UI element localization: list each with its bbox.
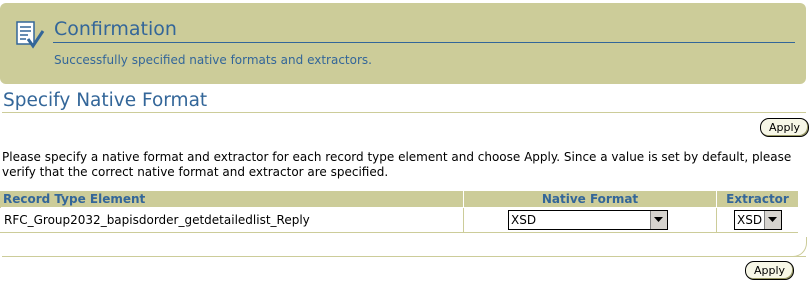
- extractor-select[interactable]: XSD: [734, 210, 782, 230]
- apply-button-top[interactable]: Apply: [760, 118, 810, 137]
- confirmation-message: Successfully specified native formats an…: [54, 53, 372, 67]
- header-record-type: Record Type Element: [3, 192, 146, 206]
- chevron-down-icon[interactable]: [650, 211, 667, 229]
- instructions-text: Please specify a native format and extra…: [2, 150, 792, 179]
- title-divider: [2, 112, 806, 113]
- native-format-select[interactable]: XSD: [508, 210, 668, 230]
- header-extractor: Extractor: [726, 192, 789, 206]
- table-border: [0, 232, 798, 233]
- record-type-cell: RFC_Group2032_bapisdorder_getdetailedlis…: [4, 213, 310, 227]
- page-title: Specify Native Format: [3, 90, 208, 111]
- table-header-row: Record Type Element Native Format Extrac…: [0, 191, 798, 207]
- apply-button-bottom[interactable]: Apply: [745, 261, 795, 280]
- chevron-down-icon[interactable]: [764, 211, 781, 229]
- section-corner: [790, 237, 807, 257]
- confirmation-title: Confirmation: [54, 18, 177, 40]
- native-format-value: XSD: [511, 213, 537, 227]
- cell-divider: [716, 208, 717, 232]
- table-row: RFC_Group2032_bapisdorder_getdetailedlis…: [0, 208, 798, 232]
- bottom-divider: [2, 256, 806, 257]
- confirmation-panel: Confirmation Successfully specified nati…: [0, 3, 806, 84]
- extractor-value: XSD: [737, 213, 763, 227]
- document-check-icon: [13, 19, 45, 51]
- cell-divider: [463, 208, 464, 232]
- header-native-format: Native Format: [541, 192, 639, 206]
- confirmation-divider: [53, 42, 795, 43]
